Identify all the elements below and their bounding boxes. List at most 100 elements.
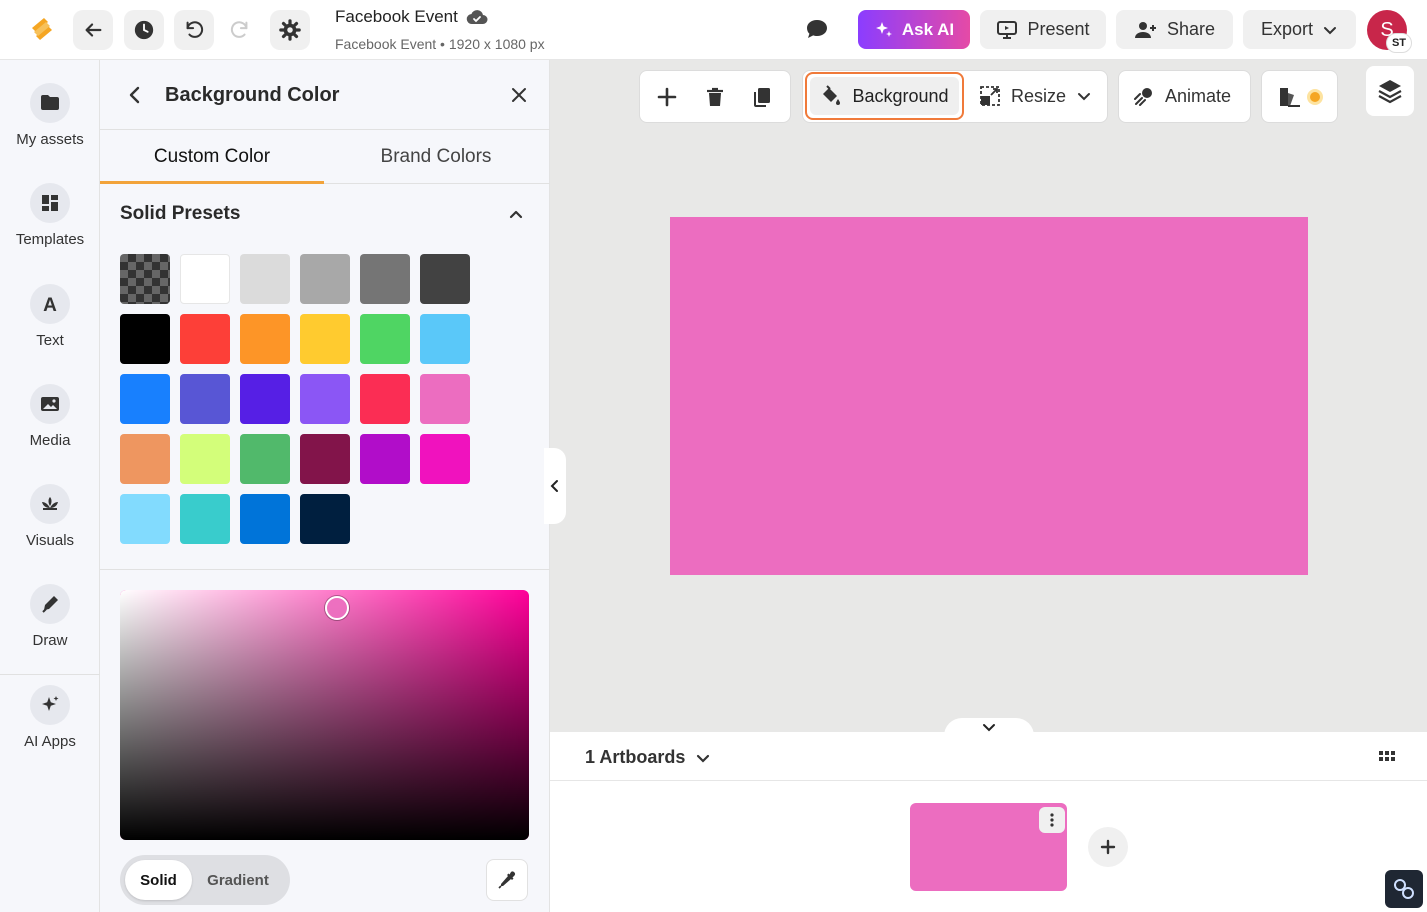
collapse-panel-button[interactable]: [544, 448, 566, 524]
eyedropper-button[interactable]: [486, 859, 528, 901]
app-logo-icon[interactable]: [26, 14, 58, 46]
color-swatch[interactable]: [180, 434, 230, 484]
color-swatch[interactable]: [180, 254, 230, 304]
gradient-mode-button[interactable]: Gradient: [196, 860, 280, 900]
rail-item-media[interactable]: Media: [0, 384, 100, 474]
color-swatch[interactable]: [120, 314, 170, 364]
solid-presets-title: Solid Presets: [120, 203, 241, 224]
redo-button[interactable]: [220, 10, 260, 50]
rail-label: My assets: [16, 131, 84, 148]
color-swatch[interactable]: [180, 314, 230, 364]
document-title[interactable]: Facebook Event: [335, 7, 488, 27]
color-swatch[interactable]: [240, 374, 290, 424]
layers-button[interactable]: [1366, 66, 1414, 116]
trash-icon[interactable]: [703, 85, 727, 109]
color-swatch[interactable]: [360, 434, 410, 484]
text-icon: A: [30, 284, 70, 324]
rail-item-my-assets[interactable]: My assets: [0, 83, 100, 173]
share-button[interactable]: Share: [1116, 10, 1233, 49]
color-swatch[interactable]: [360, 374, 410, 424]
rail-item-visuals[interactable]: Visuals: [0, 484, 100, 574]
assistant-widget-button[interactable]: [1385, 870, 1423, 908]
color-swatch[interactable]: [420, 314, 470, 364]
color-swatch[interactable]: [180, 374, 230, 424]
paint-bucket-icon: [823, 85, 841, 105]
gear-icon: [279, 19, 301, 41]
color-swatch[interactable]: [240, 314, 290, 364]
artboards-dropdown[interactable]: 1 Artboards: [585, 747, 711, 768]
chevron-down-icon: [1324, 26, 1337, 34]
duplicate-icon[interactable]: [750, 85, 774, 109]
comment-icon[interactable]: [803, 16, 831, 44]
rail-item-text[interactable]: A Text: [0, 284, 100, 374]
history-button[interactable]: [124, 10, 164, 50]
plus-icon[interactable]: [655, 85, 679, 109]
resize-button[interactable]: Resize: [979, 85, 1092, 107]
present-label: Present: [1027, 19, 1090, 39]
undo-button[interactable]: [174, 10, 214, 50]
color-swatch[interactable]: [300, 494, 350, 544]
color-swatch[interactable]: [240, 254, 290, 304]
theme-icon: [1280, 88, 1323, 107]
chevron-down-icon: [697, 754, 710, 763]
ask-ai-button[interactable]: Ask AI: [858, 10, 970, 49]
picker-value-layer: [120, 590, 529, 840]
tab-custom-color[interactable]: Custom Color: [100, 130, 324, 184]
rail-label: Templates: [15, 231, 85, 248]
animate-button[interactable]: Animate: [1133, 85, 1231, 107]
chevron-left-icon: [550, 480, 558, 492]
color-swatch[interactable]: [120, 374, 170, 424]
color-swatch[interactable]: [360, 314, 410, 364]
active-tab-indicator: [100, 181, 324, 184]
artboard-canvas[interactable]: [670, 217, 1308, 575]
rail-item-templates[interactable]: Templates: [0, 183, 100, 273]
collapse-strip-button[interactable]: [944, 718, 1034, 738]
color-swatch[interactable]: [300, 314, 350, 364]
color-swatch[interactable]: [180, 494, 230, 544]
rail-item-draw[interactable]: Draw: [0, 584, 100, 674]
background-button[interactable]: Background: [805, 72, 964, 120]
grid-view-icon[interactable]: [1378, 747, 1396, 765]
cloud-saved-icon: [466, 10, 488, 25]
picker-handle[interactable]: [325, 596, 349, 620]
document-title-text: Facebook Event: [335, 7, 458, 26]
background-button-inner: Background: [810, 77, 959, 115]
tab-brand-colors[interactable]: Brand Colors: [324, 130, 548, 184]
color-swatch[interactable]: [300, 374, 350, 424]
color-swatch[interactable]: [120, 434, 170, 484]
folder-icon: [30, 83, 70, 123]
present-button[interactable]: Present: [980, 10, 1106, 49]
color-swatch[interactable]: [240, 434, 290, 484]
add-artboard-button[interactable]: [1088, 827, 1128, 867]
animate-group: Animate: [1118, 70, 1251, 123]
rail-item-ai-apps[interactable]: AI Apps: [0, 685, 100, 775]
sparkle-icon: [875, 21, 892, 37]
color-swatch[interactable]: [120, 494, 170, 544]
color-swatch[interactable]: [420, 254, 470, 304]
color-swatch[interactable]: [300, 434, 350, 484]
color-swatch[interactable]: [240, 494, 290, 544]
eyedropper-icon: [498, 871, 515, 889]
resize-label: Resize: [1011, 85, 1067, 106]
color-swatch[interactable]: [300, 254, 350, 304]
chevron-down-icon: [1078, 93, 1091, 101]
color-swatch[interactable]: [360, 254, 410, 304]
swatch-transparent[interactable]: [120, 254, 170, 304]
chevron-up-icon[interactable]: [506, 204, 526, 224]
back-button[interactable]: [73, 10, 113, 50]
chevron-left-icon[interactable]: [124, 84, 146, 106]
color-swatch[interactable]: [420, 374, 470, 424]
saturation-picker[interactable]: [120, 590, 529, 840]
settings-button[interactable]: [270, 10, 310, 50]
color-swatch[interactable]: [420, 434, 470, 484]
solid-mode-button[interactable]: Solid: [125, 860, 192, 900]
plus-icon: [1100, 839, 1116, 855]
rail-label: Text: [36, 332, 64, 349]
export-button[interactable]: Export: [1243, 10, 1356, 49]
share-label: Share: [1166, 19, 1216, 39]
artboard-menu-button[interactable]: [1039, 807, 1065, 833]
theme-group[interactable]: [1261, 70, 1338, 123]
arrow-left-icon: [85, 23, 102, 37]
top-bar: Facebook Event Facebook Event • 1920 x 1…: [0, 0, 1427, 60]
close-icon[interactable]: [508, 84, 530, 106]
